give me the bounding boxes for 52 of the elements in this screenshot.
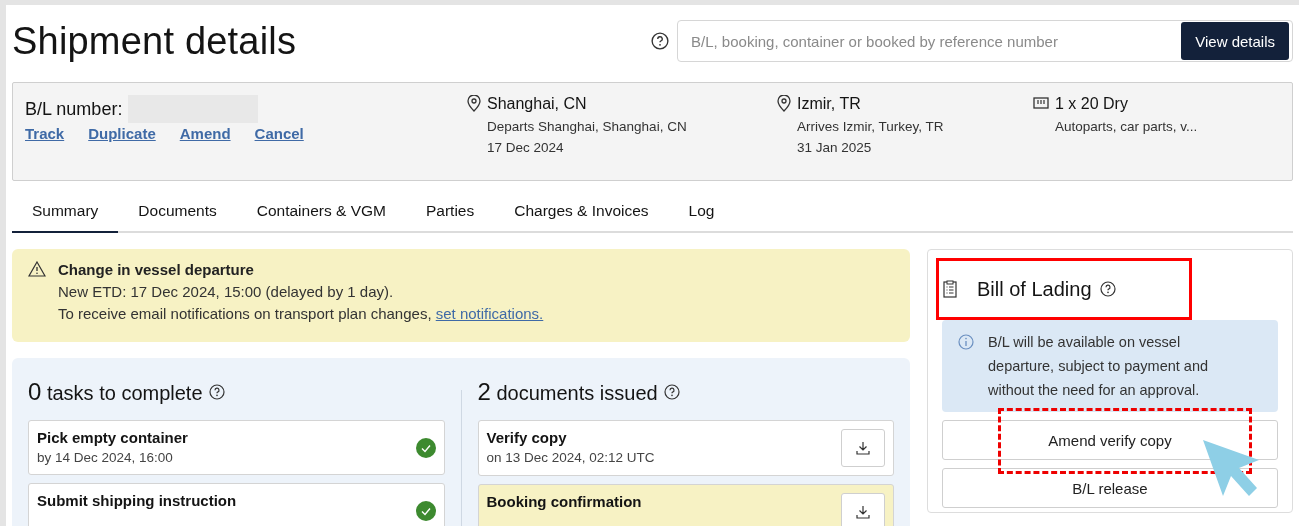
section-heading: 2 documents issued (477, 378, 658, 406)
container-icon (1033, 97, 1049, 109)
download-button[interactable] (841, 429, 885, 467)
help-icon (208, 384, 225, 400)
warning-icon (28, 261, 46, 277)
info-text: B/L will be available on vessel departure, subject to payment and without the need for an approval. (988, 333, 1210, 400)
action-link[interactable]: Cancel (254, 125, 304, 142)
location-detail: Departs Shanghai, Shanghai, CN (487, 119, 687, 134)
tab[interactable]: Documents (118, 193, 237, 233)
tab[interactable]: Log (668, 193, 735, 233)
action-link[interactable]: Amend (179, 125, 231, 142)
bl-number-label: B/L number: (25, 98, 123, 120)
view-details-button[interactable]: View details (1181, 22, 1289, 60)
task-title: Pick empty container (37, 429, 188, 446)
tab[interactable]: Parties (405, 193, 495, 233)
location-date: 17 Dec 2024 (487, 140, 565, 155)
card-button[interactable]: B/L release (942, 468, 1278, 508)
tab[interactable]: Summary (12, 193, 119, 233)
action-link[interactable]: Duplicate (88, 125, 156, 142)
alert-title: Change in vessel departure (58, 261, 255, 278)
commodity-text: Autoparts, car parts, v... (1055, 119, 1198, 134)
section-heading: 0 tasks to complete (28, 378, 203, 406)
help-icon (651, 32, 669, 50)
tab[interactable]: Containers & VGM (236, 193, 406, 233)
equipment-text: 1 x 20 Dry (1055, 95, 1129, 113)
info-icon (958, 334, 974, 350)
location-pin-icon (777, 95, 791, 112)
help-icon (663, 384, 680, 400)
help-icon (1099, 281, 1116, 297)
task-due: by 14 Dec 2024, 16:00 (37, 450, 174, 465)
tab[interactable]: Charges & Invoices (494, 193, 669, 233)
location-date: 31 Jan 2025 (797, 140, 873, 155)
document-title: Booking confirmation (486, 493, 642, 510)
download-button[interactable] (841, 493, 885, 526)
alert-text: New ETD: 17 Dec 2024, 15:00 (delayed by 1 day). (58, 283, 395, 300)
download-icon (856, 505, 870, 519)
location-pin-icon (467, 95, 481, 112)
search-field[interactable]: B/L, booking, container or booked by reference number View details (677, 20, 1293, 62)
location-detail: Arrives Izmir, Turkey, TR (797, 119, 944, 134)
download-icon (856, 441, 870, 455)
action-link[interactable]: Track (25, 125, 65, 142)
card-button[interactable]: Amend verify copy (942, 420, 1278, 460)
task-title: Submit shipping instruction (37, 492, 237, 509)
clipboard-icon (943, 280, 957, 298)
location-city: Izmir, TR (797, 95, 862, 113)
location-city: Shanghai, CN (487, 95, 588, 113)
notifications-link[interactable]: set notifications. (435, 305, 544, 322)
document-title: Verify copy (486, 429, 568, 446)
card-title: Bill of Lading (977, 277, 1092, 301)
alert-text: To receive email notifications on transport plan changes, (58, 305, 432, 322)
page-title: Shipment details (12, 19, 297, 63)
document-date: on 13 Dec 2024, 02:12 UTC (486, 450, 655, 465)
